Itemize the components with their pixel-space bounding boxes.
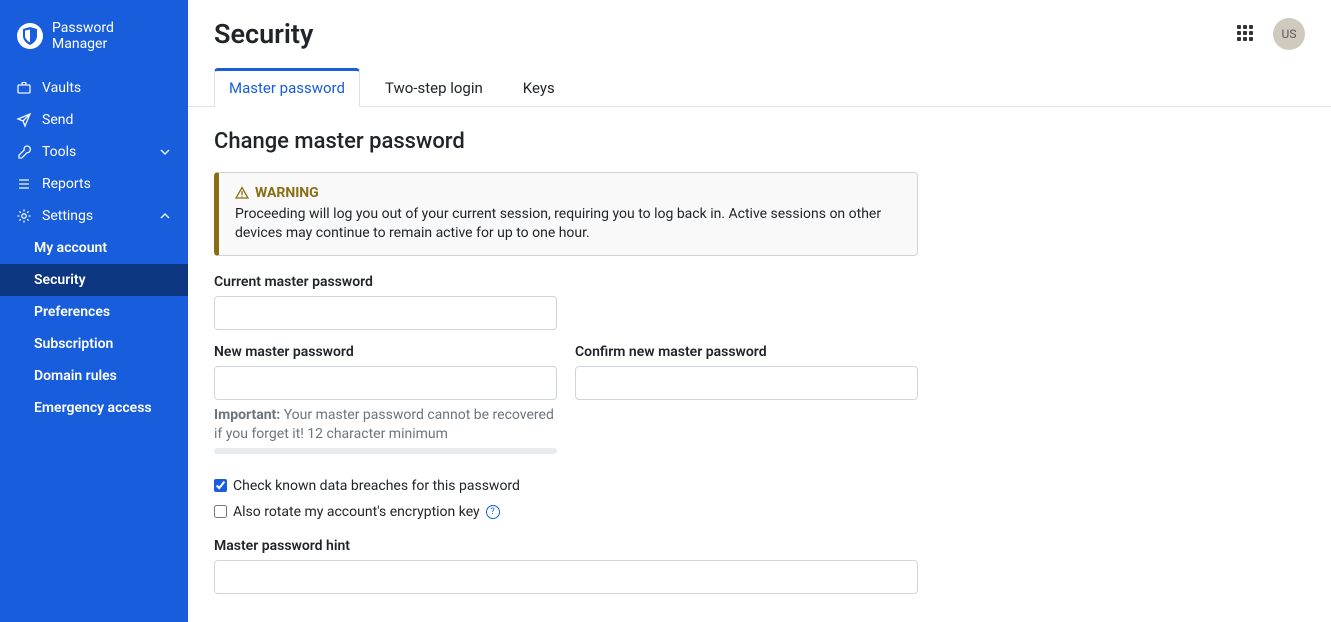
section-title: Change master password — [214, 129, 1305, 154]
shield-logo-icon — [16, 22, 44, 50]
confirm-password-group: Confirm new master password — [575, 344, 918, 454]
confirm-password-input[interactable] — [575, 366, 918, 400]
sidebar-item-domain-rules[interactable]: Domain rules — [0, 360, 188, 392]
hint-group: Master password hint — [214, 538, 918, 594]
sidebar-item-label: Settings — [42, 208, 93, 224]
warning-callout: WARNING Proceeding will log you out of y… — [214, 172, 918, 256]
new-password-input[interactable] — [214, 366, 557, 400]
tab-bar: Master password Two-step login Keys — [188, 68, 1331, 107]
apps-grid-icon[interactable] — [1237, 25, 1255, 43]
password-strength-meter — [214, 448, 557, 454]
sidebar-item-tools[interactable]: Tools — [0, 136, 188, 168]
chevron-down-icon — [158, 145, 172, 159]
current-password-input[interactable] — [214, 296, 557, 330]
current-password-label: Current master password — [214, 274, 557, 290]
current-password-group: Current master password — [214, 274, 557, 330]
sidebar-item-preferences[interactable]: Preferences — [0, 296, 188, 328]
sidebar-item-send[interactable]: Send — [0, 104, 188, 136]
main-content: Security US Master password Two-step log… — [188, 0, 1331, 622]
list-icon — [16, 176, 32, 192]
breach-check-label: Check known data breaches for this passw… — [233, 478, 520, 494]
sidebar: Password Manager Vaults Send Tools — [0, 0, 188, 622]
avatar[interactable]: US — [1273, 18, 1305, 50]
sidebar-item-label: Vaults — [42, 80, 81, 96]
breach-check-checkbox[interactable] — [214, 479, 227, 492]
warning-triangle-icon — [235, 186, 249, 200]
important-prefix: Important: — [214, 407, 280, 423]
warning-label: WARNING — [255, 185, 319, 201]
new-password-group: New master password Important: Your mast… — [214, 344, 557, 454]
sidebar-item-label: Send — [42, 112, 73, 128]
hint-label: Master password hint — [214, 538, 918, 554]
tab-master-password[interactable]: Master password — [214, 68, 360, 107]
sidebar-item-emergency-access[interactable]: Emergency access — [0, 392, 188, 424]
info-circle-icon[interactable]: ? — [486, 505, 500, 519]
page-title: Security — [214, 18, 313, 50]
gear-icon — [16, 208, 32, 224]
rotate-key-label: Also rotate my account's encryption key — [233, 504, 480, 520]
brand[interactable]: Password Manager — [0, 14, 188, 72]
sidebar-item-label: Reports — [42, 176, 91, 192]
page-header: Security US — [214, 18, 1305, 50]
sidebar-item-reports[interactable]: Reports — [0, 168, 188, 200]
sidebar-item-security[interactable]: Security — [0, 264, 188, 296]
chevron-up-icon — [158, 209, 172, 223]
brand-label: Password Manager — [52, 20, 172, 52]
wrench-icon — [16, 144, 32, 160]
breach-check-row: Check known data breaches for this passw… — [214, 478, 1305, 494]
sidebar-item-label: Tools — [42, 144, 76, 160]
important-hint: Important: Your master password cannot b… — [214, 406, 557, 444]
sidebar-item-vaults[interactable]: Vaults — [0, 72, 188, 104]
new-password-label: New master password — [214, 344, 557, 360]
tab-keys[interactable]: Keys — [508, 68, 570, 107]
hint-input[interactable] — [214, 560, 918, 594]
tab-two-step-login[interactable]: Two-step login — [370, 68, 498, 107]
sidebar-item-my-account[interactable]: My account — [0, 232, 188, 264]
briefcase-icon — [16, 80, 32, 96]
warning-body: Proceeding will log you out of your curr… — [235, 205, 901, 243]
paper-plane-icon — [16, 112, 32, 128]
confirm-password-label: Confirm new master password — [575, 344, 918, 360]
rotate-key-row: Also rotate my account's encryption key … — [214, 504, 1305, 520]
sidebar-item-settings[interactable]: Settings — [0, 200, 188, 232]
sidebar-item-subscription[interactable]: Subscription — [0, 328, 188, 360]
rotate-key-checkbox[interactable] — [214, 505, 227, 518]
header-actions: US — [1237, 18, 1305, 50]
warning-header: WARNING — [235, 185, 901, 201]
